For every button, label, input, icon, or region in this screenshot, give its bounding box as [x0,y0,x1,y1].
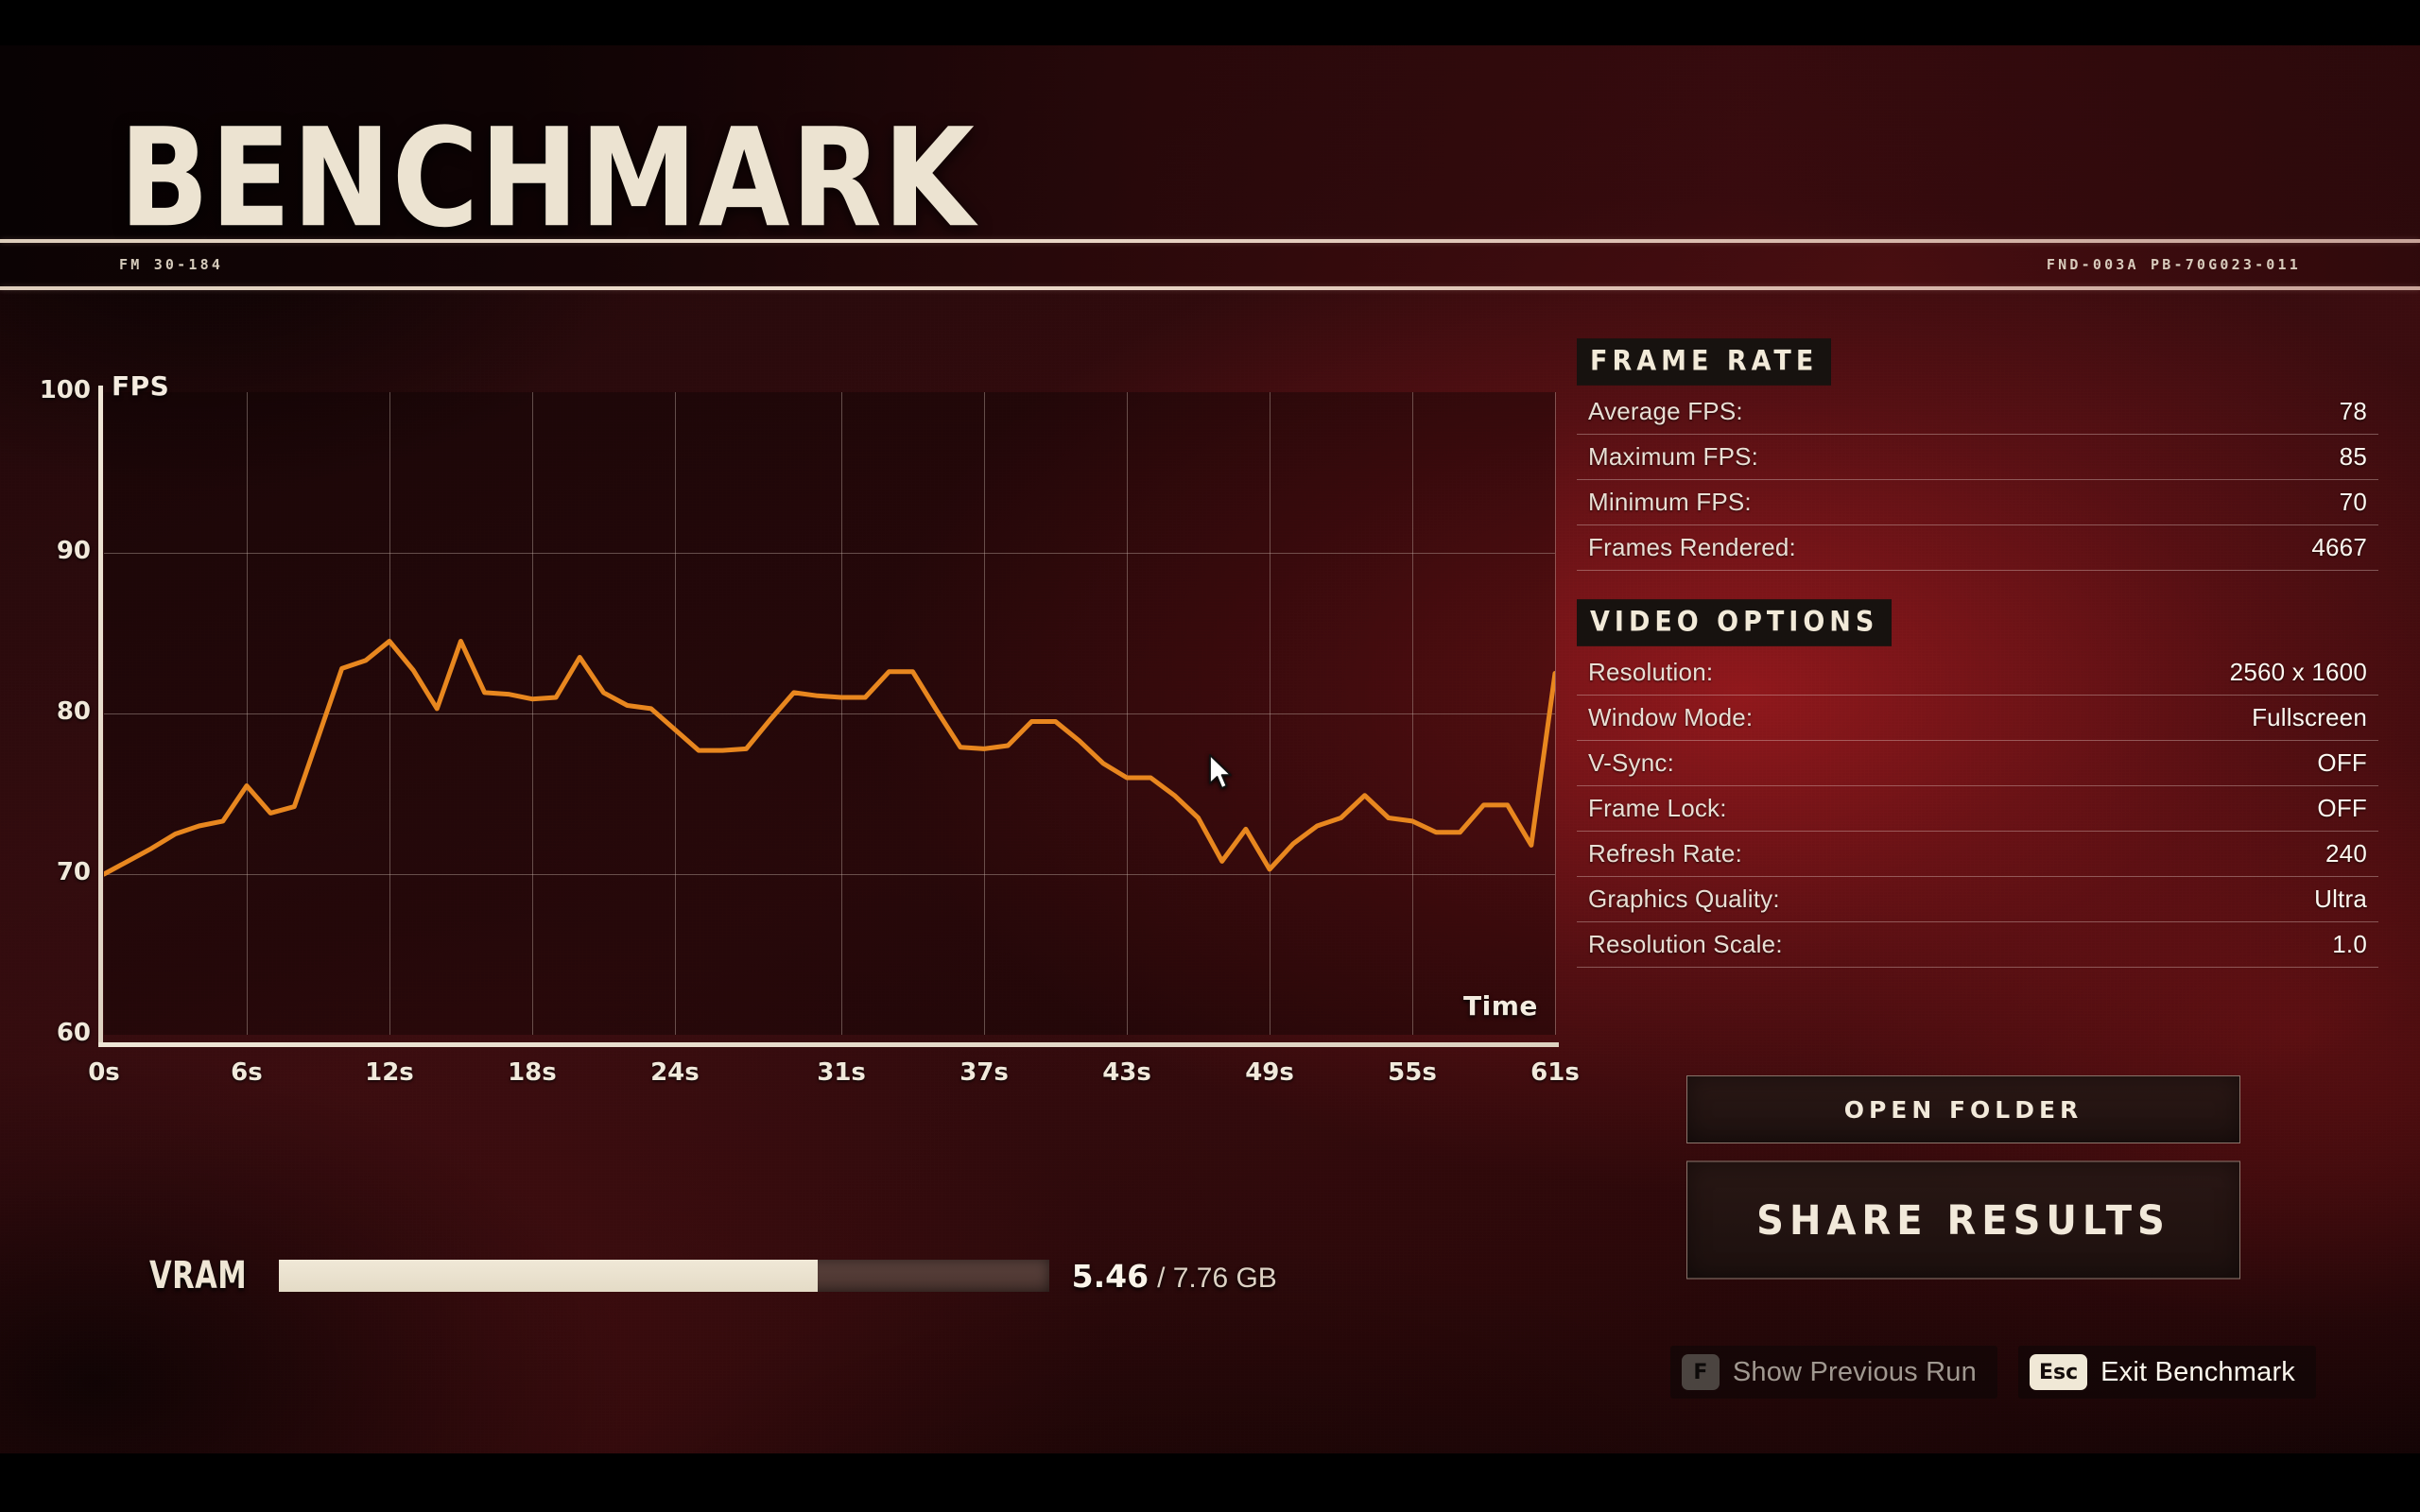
stats-panels: FRAME RATE Average FPS: 78 Maximum FPS: 85 M… [1577,338,2378,968]
video-option-row: Refresh Rate: 240 [1577,832,2378,877]
video-option-value: OFF [2317,748,2367,777]
frame-rate-value: 85 [2339,442,2367,471]
frame-rate-label: Frames Rendered: [1588,533,1796,561]
video-option-label: Resolution Scale: [1588,930,1783,958]
video-option-row: Resolution Scale: 1.0 [1577,922,2378,968]
header-divider-bottom [0,286,2420,290]
vram-bar-fill [278,1260,819,1292]
code-left: FM 30-184 [119,256,224,273]
video-option-label: Window Mode: [1588,703,1754,731]
x-tick-label: 55s [1388,1058,1437,1087]
x-tick-label: 37s [959,1058,1009,1087]
header-divider-top [0,239,2420,243]
share-results-button[interactable]: SHARE RESULTS [1686,1160,2240,1280]
y-tick-label: 80 [56,697,91,726]
vram-bar-track [278,1260,1049,1292]
x-tick-label: 31s [817,1058,866,1087]
video-option-label: V-Sync: [1588,748,1674,777]
letterbox-bottom [0,1453,2420,1512]
action-buttons: OPEN FOLDER SHARE RESULTS [1686,1075,2240,1280]
video-option-label: Refresh Rate: [1588,839,1743,868]
key-hint-previous-run[interactable]: F Show Previous Run [1669,1346,1997,1399]
video-option-value: 240 [2325,839,2367,868]
video-option-label: Graphics Quality: [1588,885,1780,913]
frame-rate-label: Maximum FPS: [1588,442,1759,471]
chart-x-axis-label: Time [1463,990,1538,1022]
video-option-value: 1.0 [2332,930,2367,958]
code-right: FND-003A PB-70G023-011 [2046,256,2301,273]
frame-rate-heading: FRAME RATE [1577,338,1832,386]
x-tick-label: 61s [1530,1058,1580,1087]
frame-rate-value: 70 [2339,488,2367,516]
video-option-row: V-Sync: OFF [1577,741,2378,786]
key-hint-label: Exit Benchmark [2100,1356,2295,1387]
video-option-row: Graphics Quality: Ultra [1577,877,2378,922]
frame-rate-value: 4667 [2311,533,2367,561]
y-tick-label: 70 [56,858,91,886]
video-option-row: Frame Lock: OFF [1577,786,2378,832]
open-folder-button[interactable]: OPEN FOLDER [1686,1075,2240,1143]
frame-rate-rows: Average FPS: 78 Maximum FPS: 85 Minimum FPS:… [1577,389,2378,571]
video-options-rows: Resolution: 2560 x 1600 Window Mode: Fullsc… [1577,650,2378,968]
frame-rate-row: Frames Rendered: 4667 [1577,525,2378,571]
frame-rate-label: Minimum FPS: [1588,488,1752,516]
x-tick-label: 12s [365,1058,414,1087]
y-tick-label: 60 [56,1019,91,1047]
y-tick-label: 90 [56,537,91,565]
y-tick-label: 100 [39,376,91,404]
frame-rate-row: Minimum FPS: 70 [1577,480,2378,525]
vram-total-value: / 7.76 GB [1157,1262,1277,1294]
chart-y-axis-label: FPS [112,370,170,402]
video-option-value: 2560 x 1600 [2229,658,2367,686]
page-title: BENCHMARK [119,98,977,258]
letterbox-top [0,0,2420,45]
benchmark-screen: BENCHMARK FM 30-184 FND-003A PB-70G023-0… [0,0,2420,1512]
video-option-value: OFF [2317,794,2367,822]
fps-line-series [104,639,1555,877]
vram-meter: VRAM 5.46 / 7.76 GB [149,1253,1277,1297]
frame-rate-row: Average FPS: 78 [1577,389,2378,435]
fps-chart: FPS Time 100 90 80 70 60 0s 6s 12s 18s 24s 31s 37s… [0,312,1607,1143]
frame-rate-row: Maximum FPS: 85 [1577,435,2378,480]
x-tick-label: 49s [1245,1058,1294,1087]
chart-y-axis [98,386,103,1047]
video-options-heading: VIDEO OPTIONS [1577,599,1893,646]
keycap-esc: Esc [2029,1354,2088,1390]
video-option-value: Fullscreen [2252,703,2367,731]
video-option-row: Window Mode: Fullscreen [1577,696,2378,741]
video-option-value: Ultra [2314,885,2367,913]
gridline-vertical [1555,392,1556,1035]
vram-used-value: 5.46 [1071,1257,1150,1295]
frame-rate-section: FRAME RATE Average FPS: 78 Maximum FPS: 85 M… [1577,338,2378,571]
chart-x-axis [98,1042,1559,1047]
video-option-label: Resolution: [1588,658,1714,686]
x-tick-label: 24s [650,1058,700,1087]
video-option-label: Frame Lock: [1588,794,1727,822]
header: BENCHMARK [0,45,2420,246]
code-strip: FM 30-184 FND-003A PB-70G023-011 [0,243,2420,286]
chart-plot-area [104,392,1556,1035]
key-hint-label: Show Previous Run [1732,1356,1977,1387]
x-tick-label: 0s [88,1058,120,1087]
x-tick-label: 6s [231,1058,263,1087]
frame-rate-label: Average FPS: [1588,397,1743,425]
video-options-section: VIDEO OPTIONS Resolution: 2560 x 1600 Wind… [1577,599,2378,968]
x-tick-label: 43s [1102,1058,1151,1087]
vram-readout: 5.46 / 7.76 GB [1072,1258,1277,1295]
x-tick-label: 18s [508,1058,557,1087]
video-option-row: Resolution: 2560 x 1600 [1577,650,2378,696]
key-hints: F Show Previous Run Esc Exit Benchmark [1669,1346,2316,1399]
frame-rate-value: 78 [2339,397,2367,425]
key-hint-exit[interactable]: Esc Exit Benchmark [2017,1346,2316,1399]
vram-label: VRAM [149,1253,248,1298]
keycap-f: F [1681,1354,1720,1390]
